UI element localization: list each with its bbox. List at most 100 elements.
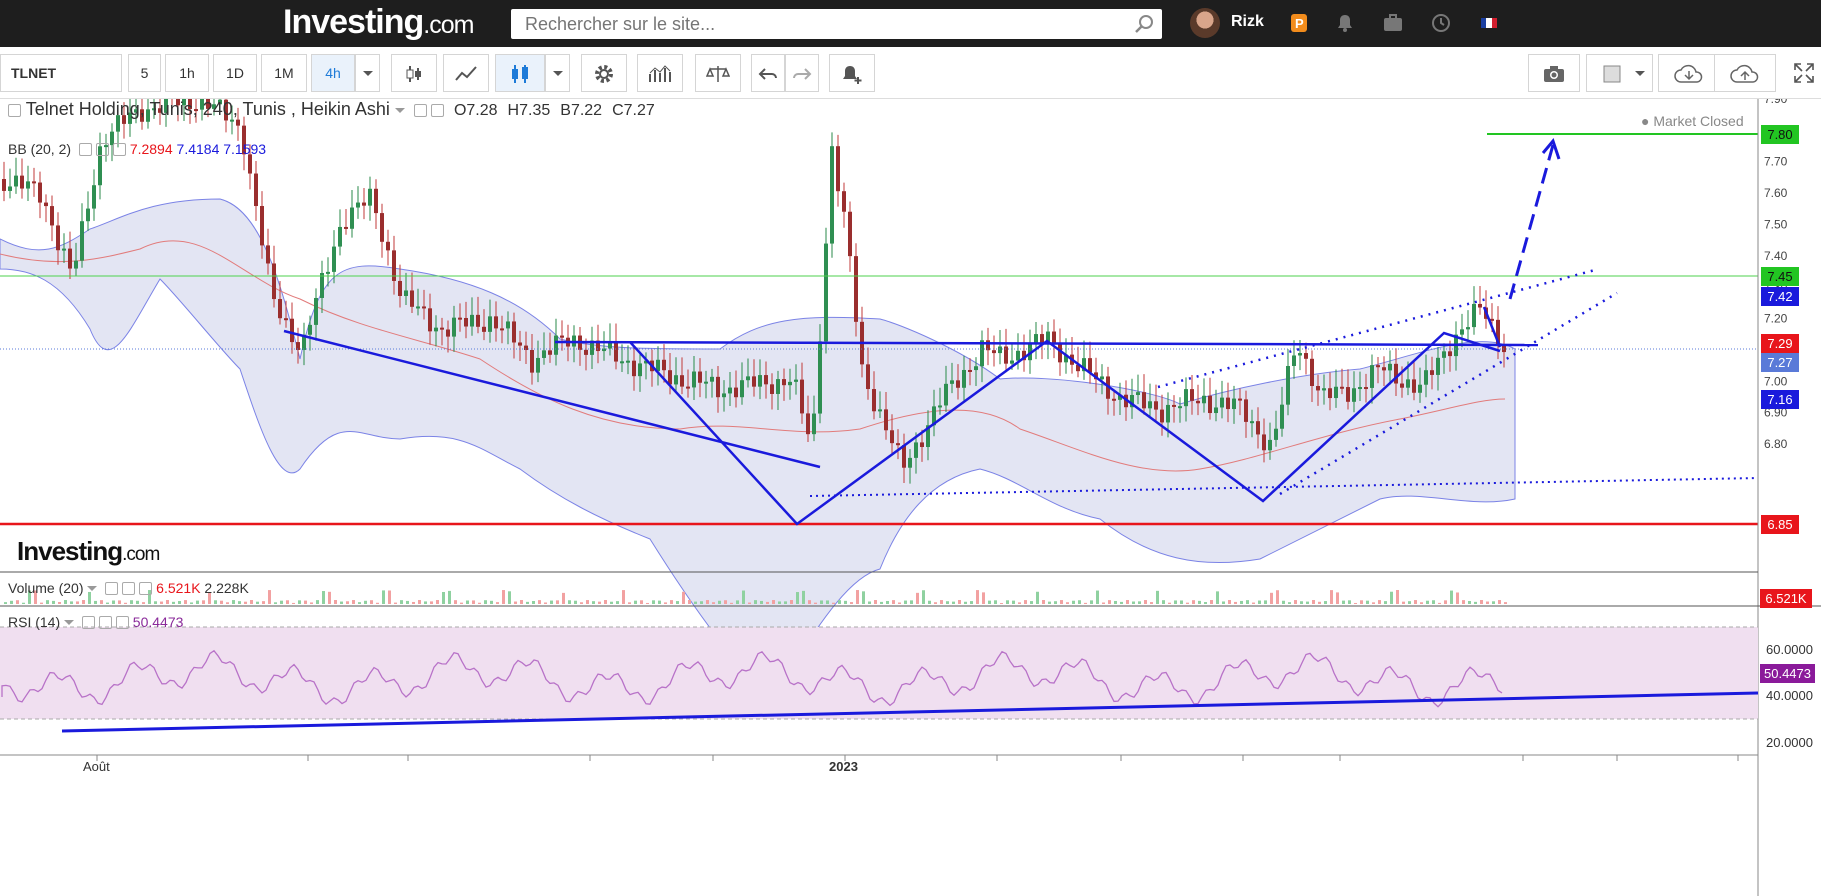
volume-bar [1054, 601, 1057, 604]
volume-bar [1366, 600, 1369, 604]
volume-bar [304, 600, 307, 604]
interval-1h[interactable]: 1h [165, 54, 209, 92]
volume-bar [850, 602, 853, 604]
volume-bar [184, 600, 187, 604]
price-chart[interactable]: 7.907.807.707.607.507.407.307.207.107.00… [0, 99, 1821, 896]
candle-body [506, 321, 510, 329]
visibility-icon[interactable] [105, 582, 119, 595]
volume-bar [562, 592, 565, 604]
candle-body [872, 389, 876, 412]
candle-body [260, 206, 264, 246]
interval-dropdown[interactable] [355, 54, 380, 92]
price-tag-729: 7.29 [1761, 334, 1799, 353]
volume-bar [646, 602, 649, 604]
volume-bar [430, 601, 433, 604]
chart-type-dropdown[interactable] [545, 54, 570, 92]
candle-body [626, 360, 630, 363]
volume-bar [796, 592, 799, 604]
history-clock-icon[interactable] [1429, 11, 1453, 35]
search-input[interactable] [511, 9, 1162, 39]
candle-body [782, 379, 786, 386]
volume-bar [904, 600, 907, 604]
bar-chart-type-button[interactable] [391, 54, 437, 92]
collapse-icon[interactable] [8, 104, 21, 117]
volume-bar [22, 602, 25, 604]
user-avatar[interactable] [1190, 8, 1220, 38]
volume-bar [352, 600, 355, 604]
settings-icon[interactable] [122, 582, 136, 595]
candle-body [1172, 404, 1176, 407]
candle-body [554, 335, 558, 355]
settings-icon[interactable] [98, 616, 112, 629]
volume-bar [508, 591, 511, 604]
chart-area[interactable]: 7.907.807.707.607.507.407.307.207.107.00… [0, 99, 1821, 896]
undo-button[interactable] [751, 54, 785, 92]
symbol-field[interactable]: TLNET [0, 54, 122, 92]
price-tick-label: 6.80 [1764, 437, 1788, 451]
interval-4h[interactable]: 4h [311, 54, 355, 92]
notifications-bell-icon[interactable] [1333, 11, 1357, 35]
volume-bar [232, 600, 235, 604]
price-tick-label: 7.70 [1764, 155, 1788, 169]
user-name[interactable]: Rizk [1231, 13, 1264, 31]
chevron-down-icon [1635, 71, 1645, 77]
interval-1d[interactable]: 1D [213, 54, 257, 92]
site-logo[interactable]: Investing.com [283, 3, 474, 42]
interval-1m[interactable]: 1M [261, 54, 307, 92]
chevron-down-icon[interactable] [87, 585, 98, 593]
compare-button[interactable] [695, 54, 741, 92]
candle-body [386, 241, 390, 251]
price-tag-727: 7.27 [1761, 353, 1799, 372]
visibility-icon[interactable] [78, 143, 92, 156]
redo-button[interactable] [785, 54, 819, 92]
search-icon[interactable] [1133, 13, 1155, 35]
layout-dropdown[interactable] [1628, 54, 1653, 92]
line-chart-type-button[interactable] [443, 54, 489, 92]
volume-bar [1078, 600, 1081, 604]
volume-bar [10, 600, 13, 604]
close-icon[interactable] [112, 143, 126, 156]
settings-button[interactable] [581, 54, 627, 92]
premium-icon[interactable]: P [1287, 11, 1311, 35]
rsi-tick-20: 20.0000 [1766, 735, 1813, 750]
chevron-down-icon[interactable] [64, 619, 75, 627]
volume-bar [1414, 600, 1417, 604]
candle-body [482, 326, 486, 332]
candle-body [752, 376, 756, 387]
alerts-button[interactable] [829, 54, 875, 92]
chevron-down-icon[interactable] [394, 107, 405, 115]
candles-chart-type-button[interactable] [495, 54, 545, 92]
interval-5[interactable]: 5 [128, 54, 161, 92]
gear-icon [595, 65, 613, 84]
candle-body [1424, 370, 1428, 385]
close-icon[interactable] [139, 582, 153, 595]
settings-icon[interactable] [95, 143, 109, 156]
volume-bar [808, 600, 811, 604]
fullscreen-button[interactable] [1786, 54, 1821, 92]
volume-bar [280, 600, 283, 604]
candle-body [2, 179, 6, 191]
volume-bar [1498, 600, 1501, 604]
volume-bar [310, 602, 313, 604]
french-flag-icon[interactable] [1477, 11, 1501, 35]
load-chart-button[interactable] [1658, 54, 1720, 92]
projection-arrow [1508, 137, 1561, 300]
volume-bar [418, 600, 421, 604]
candle-body [404, 290, 408, 296]
volume-bar [1060, 600, 1063, 604]
save-chart-button[interactable] [1714, 54, 1776, 92]
visibility-icon[interactable] [413, 104, 427, 117]
close-icon[interactable] [115, 616, 129, 629]
visibility-icon[interactable] [81, 616, 95, 629]
candle-body [914, 442, 918, 458]
candle-body [1190, 389, 1194, 401]
volume-bar [580, 602, 583, 604]
candle-body [848, 211, 852, 257]
indicators-button[interactable] [637, 54, 683, 92]
settings-icon[interactable] [430, 104, 444, 117]
candle-body [1460, 329, 1464, 335]
candle-body [56, 225, 60, 251]
portfolio-briefcase-icon[interactable] [1381, 11, 1405, 35]
volume-bar [1348, 600, 1351, 604]
snapshot-button[interactable] [1528, 54, 1580, 92]
